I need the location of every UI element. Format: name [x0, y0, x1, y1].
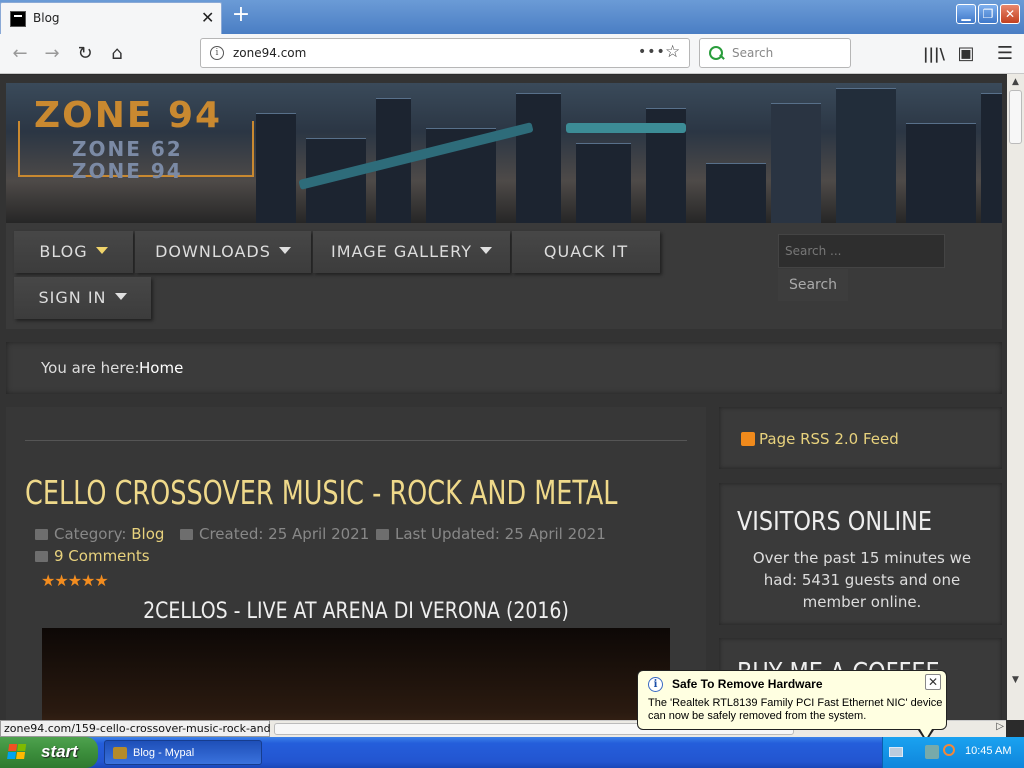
breadcrumb: You are here: Home	[6, 342, 1002, 394]
article-title[interactable]: CELLO CROSSOVER MUSIC - ROCK AND METAL	[25, 473, 618, 512]
windows-logo-icon	[7, 744, 27, 761]
site-favicon-icon	[10, 11, 26, 27]
chevron-down-icon	[278, 247, 291, 254]
breadcrumb-label: You are here:	[41, 359, 140, 377]
status-bar-url: zone94.com/159-cello-crossover-music-roc…	[0, 720, 306, 737]
site-logo[interactable]: ZONE 94	[34, 95, 222, 136]
divider	[25, 440, 687, 441]
chevron-down-icon	[479, 247, 492, 254]
balloon-title: Safe To Remove Hardware	[672, 677, 823, 691]
folder-icon	[35, 529, 48, 540]
site-search-input[interactable]: Search ...	[778, 234, 945, 268]
system-tray: 10:45 AM	[882, 737, 1024, 768]
address-url[interactable]: zone94.com	[233, 46, 306, 60]
article-updated: Last Updated: 25 April 2021	[376, 525, 606, 543]
address-bar[interactable]: i zone94.com ••• ☆	[200, 38, 690, 68]
scroll-right-icon[interactable]: ▷	[996, 721, 1004, 732]
site-banner: ZONE 94 ZONE 62 ZONE 94	[6, 83, 1002, 223]
menu-item-downloads[interactable]: DOWNLOADS	[135, 231, 311, 273]
logo-subtitle: ZONE 62 ZONE 94	[72, 138, 183, 182]
visitors-title: VISITORS ONLINE	[737, 507, 933, 537]
article-created: Created: 25 April 2021	[180, 525, 369, 543]
logo-sub-line-2: ZONE 94	[72, 159, 183, 183]
rss-icon	[741, 432, 755, 446]
chevron-down-icon	[114, 293, 127, 300]
scroll-up-icon[interactable]: ▲	[1007, 74, 1024, 90]
article-comments: 9 Comments	[35, 547, 150, 565]
restore-button[interactable]: ❐	[978, 4, 998, 24]
forward-icon[interactable]: →	[40, 42, 64, 66]
comments-link[interactable]: 9 Comments	[54, 547, 150, 565]
bookmark-star-icon[interactable]: ☆	[665, 42, 680, 62]
created-date: Created: 25 April 2021	[199, 525, 370, 543]
page-actions-icon[interactable]: •••	[638, 44, 666, 60]
browser-search-input[interactable]: Search	[699, 38, 851, 68]
menu-item-quack-it[interactable]: QUACK IT	[512, 231, 660, 273]
tab-close-icon[interactable]: ✕	[201, 9, 214, 27]
chevron-down-icon	[95, 247, 108, 254]
balloon-message: The 'Realtek RTL8139 Family PCI Fast Eth…	[648, 697, 943, 722]
visitors-module: VISITORS ONLINE Over the past 15 minutes…	[719, 483, 1002, 625]
balloon-close-icon[interactable]: ✕	[925, 674, 941, 690]
updated-date: Last Updated: 25 April 2021	[395, 525, 606, 543]
category-link[interactable]: Blog	[131, 525, 164, 543]
menu-item-sign-in[interactable]: SIGN IN	[14, 277, 151, 319]
menu-hamburger-icon[interactable]: ☰	[993, 42, 1017, 66]
menu-label: SIGN IN	[38, 288, 107, 307]
article-category: Category: Blog	[35, 525, 164, 543]
minimize-button[interactable]: ▁	[956, 4, 976, 24]
scroll-thumb[interactable]	[1009, 90, 1022, 144]
start-button[interactable]: start	[0, 737, 98, 768]
comment-icon	[35, 551, 48, 562]
rss-module: Page RSS 2.0 Feed	[719, 407, 1002, 469]
video-title: 2CELLOS - LIVE AT ARENA DI VERONA (2016)	[143, 599, 569, 624]
breadcrumb-home[interactable]: Home	[139, 359, 183, 377]
home-icon[interactable]: ⌂	[105, 42, 129, 66]
search-placeholder: Search	[732, 46, 774, 60]
new-tab-icon[interactable]: +	[230, 4, 252, 26]
tab-title: Blog	[33, 11, 60, 25]
keyboard-icon[interactable]	[889, 747, 903, 757]
app-icon	[113, 747, 127, 759]
menu-label: QUACK IT	[543, 242, 629, 261]
web-page: ZONE 94 ZONE 62 ZONE 94 BLOG DOWNLOADS I…	[0, 75, 1008, 720]
menu-item-blog[interactable]: BLOG	[14, 231, 133, 273]
taskbar: start Blog - Mypal 10:45 AM	[0, 737, 1024, 768]
info-icon: i	[648, 677, 663, 692]
taskbar-app-label: Blog - Mypal	[133, 747, 195, 759]
library-icon[interactable]: |||\	[922, 42, 946, 66]
main-menu: BLOG DOWNLOADS IMAGE GALLERY QUACK IT SI…	[6, 223, 1002, 329]
search-tray-icon[interactable]	[943, 744, 955, 756]
scroll-down-icon[interactable]: ▼	[1007, 672, 1024, 688]
category-label: Category:	[54, 525, 127, 543]
visitors-text: Over the past 15 minutes we had: 5431 gu…	[752, 549, 972, 611]
clock[interactable]: 10:45 AM	[965, 745, 1011, 757]
search-engine-icon	[709, 46, 723, 60]
site-info-icon[interactable]: i	[210, 46, 224, 60]
video-player[interactable]	[42, 628, 670, 720]
logo-sub-line-1: ZONE 62	[72, 137, 183, 161]
rating-stars-icon[interactable]: ★★★★★	[41, 571, 109, 590]
rss-link[interactable]: Page RSS 2.0 Feed	[759, 430, 899, 448]
calendar-icon	[376, 529, 389, 540]
sidebar-toggle-icon[interactable]: ▣	[954, 42, 978, 66]
safely-remove-hardware-icon[interactable]	[925, 745, 939, 759]
taskbar-app-button[interactable]: Blog - Mypal	[104, 740, 262, 765]
tab-strip: Blog ✕ + ▁ ❐ ✕	[0, 0, 1024, 34]
site-search-button[interactable]: Search	[778, 269, 848, 301]
close-window-button[interactable]: ✕	[1000, 4, 1020, 24]
menu-label: BLOG	[39, 242, 88, 261]
page-vertical-scrollbar[interactable]: ▲ ▼	[1007, 74, 1024, 720]
browser-tab[interactable]: Blog ✕	[0, 2, 222, 34]
reload-icon[interactable]: ↻	[73, 42, 97, 66]
notification-balloon: i Safe To Remove Hardware ✕ The 'Realtek…	[637, 670, 947, 742]
article: CELLO CROSSOVER MUSIC - ROCK AND METAL C…	[6, 407, 706, 720]
calendar-icon	[180, 529, 193, 540]
navigation-toolbar: ← → ↻ ⌂ i zone94.com ••• ☆ Search |||\ ▣…	[0, 34, 1024, 74]
menu-label: DOWNLOADS	[155, 242, 271, 261]
menu-item-image-gallery[interactable]: IMAGE GALLERY	[313, 231, 510, 273]
start-label: start	[41, 742, 78, 761]
back-icon[interactable]: ←	[8, 42, 32, 66]
menu-label: IMAGE GALLERY	[331, 242, 472, 261]
